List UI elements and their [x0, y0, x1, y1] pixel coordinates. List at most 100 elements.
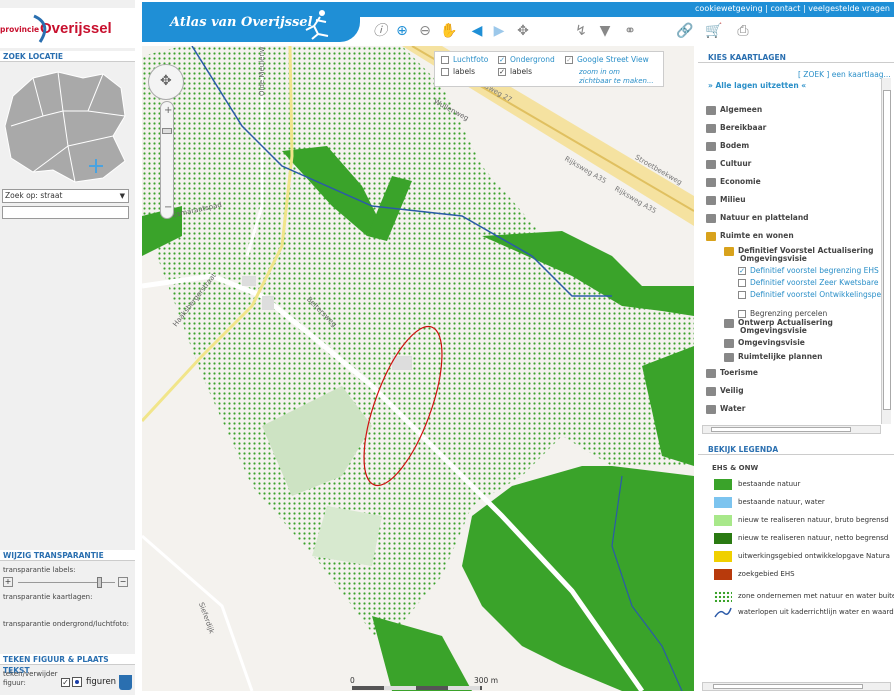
back-icon[interactable]: ◀	[468, 22, 486, 40]
trans-slider-handle[interactable]	[97, 577, 102, 588]
teken-line2: figuur:	[3, 679, 26, 687]
trans-plus-button[interactable]: +	[3, 577, 13, 587]
layer-ruimte[interactable]: Ruimte en wonen	[706, 229, 794, 243]
sub-item-ehs[interactable]: ✓ Definitief voorstel begrenzing EHS	[738, 265, 879, 277]
layers-vscrollbar[interactable]	[881, 78, 891, 424]
info-icon[interactable]: ⓘ	[371, 22, 389, 40]
nature-area-south2	[372, 616, 472, 691]
ehs-checkbox[interactable]: ✓	[738, 267, 746, 275]
road-sieferdijk	[142, 534, 254, 691]
ondergrond-option[interactable]: ✓ Ondergrond	[498, 54, 555, 66]
forward-icon[interactable]: ▶	[490, 22, 508, 40]
layers-icon[interactable]: ⚭	[621, 22, 639, 40]
zoek-kaartlaag-link[interactable]: [ ZOEK ]	[798, 70, 829, 79]
link-contact[interactable]: contact	[770, 4, 800, 13]
zoek-input[interactable]	[2, 206, 129, 219]
filter-icon[interactable]: ▼	[596, 22, 614, 40]
pan-hand-icon[interactable]: ✋	[440, 22, 458, 40]
labels1-label: labels	[453, 67, 476, 76]
trans-minus-button[interactable]: −	[118, 577, 128, 587]
layer-toerisme[interactable]: Toerisme	[706, 366, 758, 380]
legend-label: uitwerkingsgebied ontwikkelopgave Natura	[738, 552, 890, 560]
folder-icon	[706, 105, 716, 115]
zoom-minus-icon[interactable]: −	[164, 202, 172, 213]
figuren-checkbox[interactable]: ✓	[61, 678, 70, 687]
measure-icon[interactable]: ↯	[572, 22, 590, 40]
folder-icon	[724, 338, 734, 348]
labels1-option[interactable]: labels	[441, 66, 475, 78]
basemap-panel: Luchtfoto labels ✓ Ondergrond ✓ labels ✓ Go…	[434, 51, 664, 87]
pan-arrows-icon: ✥	[160, 73, 172, 89]
layer-algemeen[interactable]: Algemeen	[706, 103, 762, 117]
legend-hscrollbar[interactable]	[702, 682, 891, 691]
subfolder-label: Ruimtelijke plannen	[738, 352, 823, 361]
link-icon[interactable]: 🔗	[676, 22, 694, 40]
folder-icon	[706, 123, 716, 133]
legend-item: zoekgebied EHS	[714, 567, 795, 581]
layer-milieu[interactable]: Milieu	[706, 193, 746, 207]
layer-natuur[interactable]: Natuur en platteland	[706, 211, 809, 225]
labels2-checkbox[interactable]: ✓	[498, 68, 506, 76]
layers-hscroll-thumb[interactable]	[711, 427, 851, 432]
ontwikkeling-checkbox[interactable]	[738, 291, 746, 299]
streetview-option[interactable]: ✓ Google Street View	[565, 54, 649, 66]
overview-map[interactable]	[3, 66, 128, 184]
legend-label: nieuw te realiseren natuur, netto begren…	[738, 534, 889, 542]
layer-water[interactable]: Water	[706, 402, 745, 416]
luchtfoto-option[interactable]: Luchtfoto	[441, 54, 488, 66]
page-title: Atlas van Overijssel	[170, 15, 313, 30]
folder-icon	[706, 368, 716, 378]
link-cookiewetgeving[interactable]: cookiewetgeving	[695, 4, 763, 13]
folder-open-icon	[724, 246, 734, 256]
alle-lagen-link[interactable]: » Alle lagen uitzetten «	[708, 81, 806, 90]
overview-map-shape	[4, 71, 126, 183]
sub-item-ontwikkeling[interactable]: Definitief voorstel Ontwikkelingsper	[738, 289, 884, 301]
legend-swatch	[714, 550, 732, 562]
subfolder-label-2: Omgevingsvisie	[740, 254, 807, 263]
layer-cultuur[interactable]: Cultuur	[706, 157, 751, 171]
subfolder-omgevingsvisie[interactable]: Omgevingsvisie	[724, 336, 805, 350]
layer-label: Natuur en platteland	[720, 213, 809, 222]
top-links: cookiewetgeving | contact | veelgestelde…	[695, 4, 890, 13]
pan-control[interactable]: ✥	[148, 64, 184, 100]
luchtfoto-checkbox[interactable]	[441, 56, 449, 64]
ondergrond-checkbox[interactable]: ✓	[498, 56, 506, 64]
subfolder-ruimtelijke[interactable]: Ruimtelijke plannen	[724, 350, 822, 364]
link-veelgestelde-vragen[interactable]: veelgestelde vragen	[808, 4, 890, 13]
figuur-color-icon[interactable]	[72, 677, 82, 687]
layers-vscroll-thumb[interactable]	[883, 90, 891, 410]
labels1-checkbox[interactable]	[441, 68, 449, 76]
scale-300: 300 m	[474, 676, 499, 685]
labels2-option[interactable]: ✓ labels	[498, 66, 532, 78]
layer-bereikbaar[interactable]: Bereikbaar	[706, 121, 766, 135]
zoom-out-icon[interactable]: ⊖	[416, 22, 434, 40]
trans-labels-label: transparantie labels:	[3, 566, 76, 574]
right-panel: KIES KAARTLAGEN [ ZOEK ] een kaartlaag..…	[698, 46, 894, 695]
streetview-checkbox[interactable]: ✓	[565, 56, 573, 64]
folder-icon	[706, 177, 716, 187]
zoek-select[interactable]: Zoek op: straat ▼	[2, 189, 129, 203]
province-logo[interactable]: provincie Overijssel	[0, 8, 135, 48]
map-canvas[interactable]: Olde Meulenweg Wullenweg Rijksweg A35 Ri…	[142, 46, 694, 691]
zoom-in-icon[interactable]: ⊕	[393, 22, 411, 40]
layer-bodem[interactable]: Bodem	[706, 139, 749, 153]
layers-hscrollbar[interactable]	[702, 425, 881, 434]
layer-veilig[interactable]: Veilig	[706, 384, 744, 398]
cart-icon[interactable]: 🛒	[702, 22, 726, 40]
layer-economie[interactable]: Economie	[706, 175, 761, 189]
sub-item-kwetsbare[interactable]: Definitief voorstel Zeer Kwetsbare	[738, 277, 878, 289]
sub-item-label: Definitief voorstel Zeer Kwetsbare	[750, 278, 879, 287]
kwetsbare-checkbox[interactable]	[738, 279, 746, 287]
legend-label: bestaande natuur, water	[738, 498, 825, 506]
luchtfoto-label: Luchtfoto	[453, 55, 489, 64]
zoom-plus-icon[interactable]: +	[164, 105, 172, 116]
trash-icon[interactable]	[119, 675, 132, 690]
zoom-slider[interactable]: + −	[160, 101, 174, 219]
teken-line1: teken/verwijder	[3, 670, 58, 678]
full-extent-icon[interactable]: ✥	[514, 22, 532, 40]
zoom-handle[interactable]	[162, 128, 172, 134]
print-icon[interactable]: ⎙	[732, 22, 754, 40]
legend-hscroll-thumb[interactable]	[713, 684, 863, 689]
runner-icon	[305, 10, 329, 40]
scale-bar	[352, 686, 482, 690]
